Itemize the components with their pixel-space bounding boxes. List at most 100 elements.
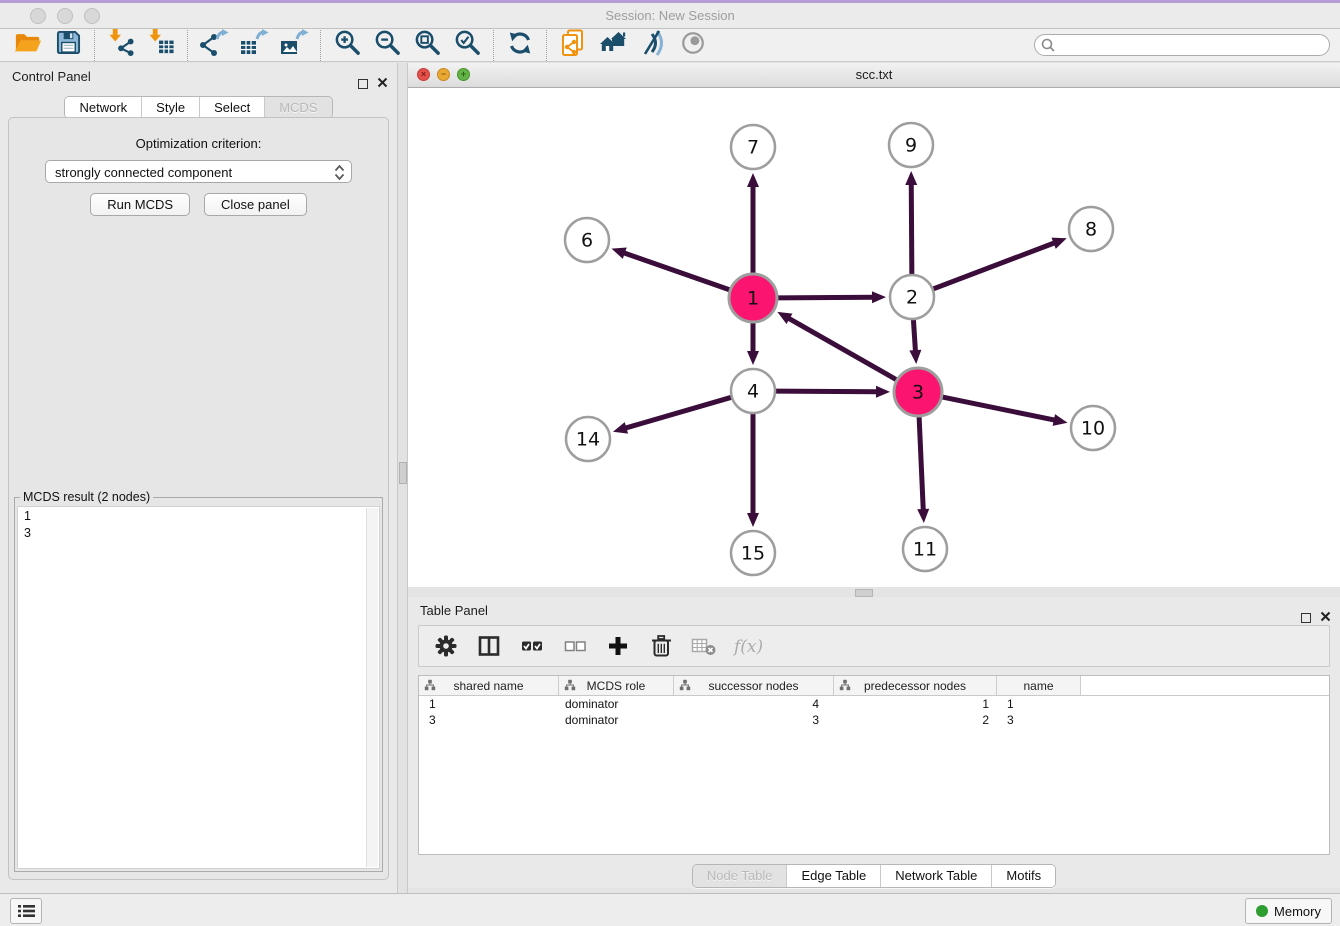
graph-node-14[interactable]: 14 [566, 417, 610, 461]
graph-node-1[interactable]: 1 [729, 274, 777, 322]
graph-node-7[interactable]: 7 [731, 125, 775, 169]
graph-edge-arrowhead [876, 386, 890, 398]
vertical-splitter[interactable] [397, 63, 408, 893]
zoom-fit-button[interactable] [407, 30, 447, 61]
tab-node-table[interactable]: Node Table [693, 865, 788, 887]
save-session-button[interactable] [48, 30, 88, 61]
graph-edge-4-3[interactable] [776, 391, 878, 392]
wave-slash-button[interactable] [633, 30, 673, 61]
graph-node-15[interactable]: 15 [731, 531, 775, 575]
network-from-selection-button[interactable] [553, 30, 593, 61]
double-home-icon [599, 31, 628, 60]
graph-edge-3-11[interactable] [919, 417, 923, 511]
graph-edge-arrowhead [747, 513, 759, 527]
open-session-button[interactable] [8, 30, 48, 61]
table-settings-button[interactable] [431, 631, 461, 661]
table-row[interactable]: 3 dominator 3 2 3 [419, 712, 1329, 728]
graph-edge-1-2[interactable] [778, 297, 874, 298]
export-image-button[interactable] [274, 30, 314, 61]
node-table: shared name MCDS role successor nodes pr… [418, 675, 1330, 855]
cell-predecessor-nodes: 1 [834, 696, 997, 712]
delete-column-button[interactable] [646, 631, 676, 661]
eye-button[interactable] [673, 30, 713, 61]
svg-text:f(x): f(x) [733, 637, 763, 657]
tab-mcds[interactable]: MCDS [265, 97, 331, 118]
network-canvas[interactable]: 1 2 3 4 6 7 8 9 10 11 14 15 [408, 88, 1340, 588]
close-panel-icon[interactable] [377, 70, 388, 97]
run-mcds-button[interactable]: Run MCDS [90, 193, 190, 216]
close-panel-button[interactable]: Close panel [204, 193, 307, 216]
tab-motifs[interactable]: Motifs [992, 865, 1055, 887]
graph-node-9[interactable]: 9 [889, 123, 933, 167]
column-header-predecessor-nodes[interactable]: predecessor nodes [834, 676, 997, 695]
show-column-button[interactable] [474, 631, 504, 661]
function-icon: f(x) [733, 634, 765, 658]
network-window-titlebar[interactable]: scc.txt [408, 63, 1340, 88]
open-folder-icon [14, 31, 42, 60]
graph-node-label: 10 [1081, 418, 1105, 440]
graph-node-4[interactable]: 4 [731, 369, 775, 413]
zoom-in-button[interactable] [327, 30, 367, 61]
optimization-criterion-label: Optimization criterion: [9, 136, 388, 151]
graph-edge-1-6[interactable] [623, 253, 730, 290]
graph-node-label: 3 [912, 382, 924, 404]
select-all-button[interactable] [517, 631, 547, 661]
float-panel-icon[interactable] [358, 79, 368, 89]
double-home-button[interactable] [593, 30, 633, 61]
cell-successor-nodes: 3 [674, 712, 834, 728]
tab-network-table[interactable]: Network Table [881, 865, 992, 887]
column-header-mcds-role[interactable]: MCDS role [559, 676, 674, 695]
memory-label: Memory [1274, 904, 1321, 919]
graph-edge-arrowhead [1051, 238, 1066, 249]
export-network-button[interactable] [194, 30, 234, 61]
graph-node-11[interactable]: 11 [903, 527, 947, 571]
task-history-button[interactable] [10, 898, 42, 924]
zoom-out-button[interactable] [367, 30, 407, 61]
control-panel: Control Panel Network Style Select MCDS … [0, 63, 397, 893]
deselect-all-button[interactable] [560, 631, 590, 661]
export-table-button[interactable] [234, 30, 274, 61]
tab-select[interactable]: Select [200, 97, 265, 118]
graph-edge-2-8[interactable] [934, 242, 1056, 288]
graph-node-10[interactable]: 10 [1071, 406, 1115, 450]
mcds-result-textarea[interactable]: 1 3 [17, 506, 380, 869]
titlebar[interactable]: Session: New Session [0, 3, 1340, 29]
graph-edge-2-3[interactable] [913, 320, 915, 352]
column-header-successor-nodes[interactable]: successor nodes [674, 676, 834, 695]
create-column-button[interactable] [603, 631, 633, 661]
zoom-selected-button[interactable] [447, 30, 487, 61]
graph-edge-3-10[interactable] [942, 397, 1055, 420]
graph-node-6[interactable]: 6 [565, 218, 609, 262]
float-table-panel-icon[interactable] [1301, 613, 1311, 623]
tab-style[interactable]: Style [142, 97, 200, 118]
function-builder-button[interactable]: f(x) [732, 631, 766, 661]
delete-table-button[interactable] [689, 631, 719, 661]
dropdown-stepper-icon [334, 164, 345, 188]
column-header-shared-name[interactable]: shared name [419, 676, 559, 695]
graph-edge-arrowhead [747, 351, 759, 365]
import-table-button[interactable] [141, 30, 181, 61]
criterion-dropdown[interactable]: strongly connected component [45, 160, 352, 183]
graph-node-2[interactable]: 2 [890, 275, 934, 319]
tab-edge-table[interactable]: Edge Table [787, 865, 881, 887]
graph-node-label: 14 [576, 429, 600, 451]
graph-edge-2-9[interactable] [911, 183, 912, 274]
graph-edge-3-1[interactable] [788, 318, 897, 380]
horizontal-splitter[interactable] [408, 587, 1340, 597]
result-scrollbar[interactable] [366, 508, 378, 867]
graph-edge-4-14[interactable] [624, 397, 730, 428]
refresh-button[interactable] [500, 30, 540, 61]
tab-network[interactable]: Network [65, 97, 142, 118]
graph-node-8[interactable]: 8 [1069, 207, 1113, 251]
vertical-splitter-handle[interactable] [399, 462, 407, 484]
import-network-button[interactable] [101, 30, 141, 61]
memory-button[interactable]: Memory [1245, 898, 1332, 924]
search-icon [1041, 38, 1055, 57]
search-input[interactable] [1034, 34, 1330, 56]
eye-icon [680, 30, 706, 61]
column-header-name[interactable]: name [997, 676, 1081, 695]
graph-node-3[interactable]: 3 [894, 368, 942, 416]
horizontal-splitter-handle[interactable] [855, 589, 873, 597]
table-row[interactable]: 1 dominator 4 1 1 [419, 696, 1329, 712]
toolbar-separator [493, 30, 494, 61]
